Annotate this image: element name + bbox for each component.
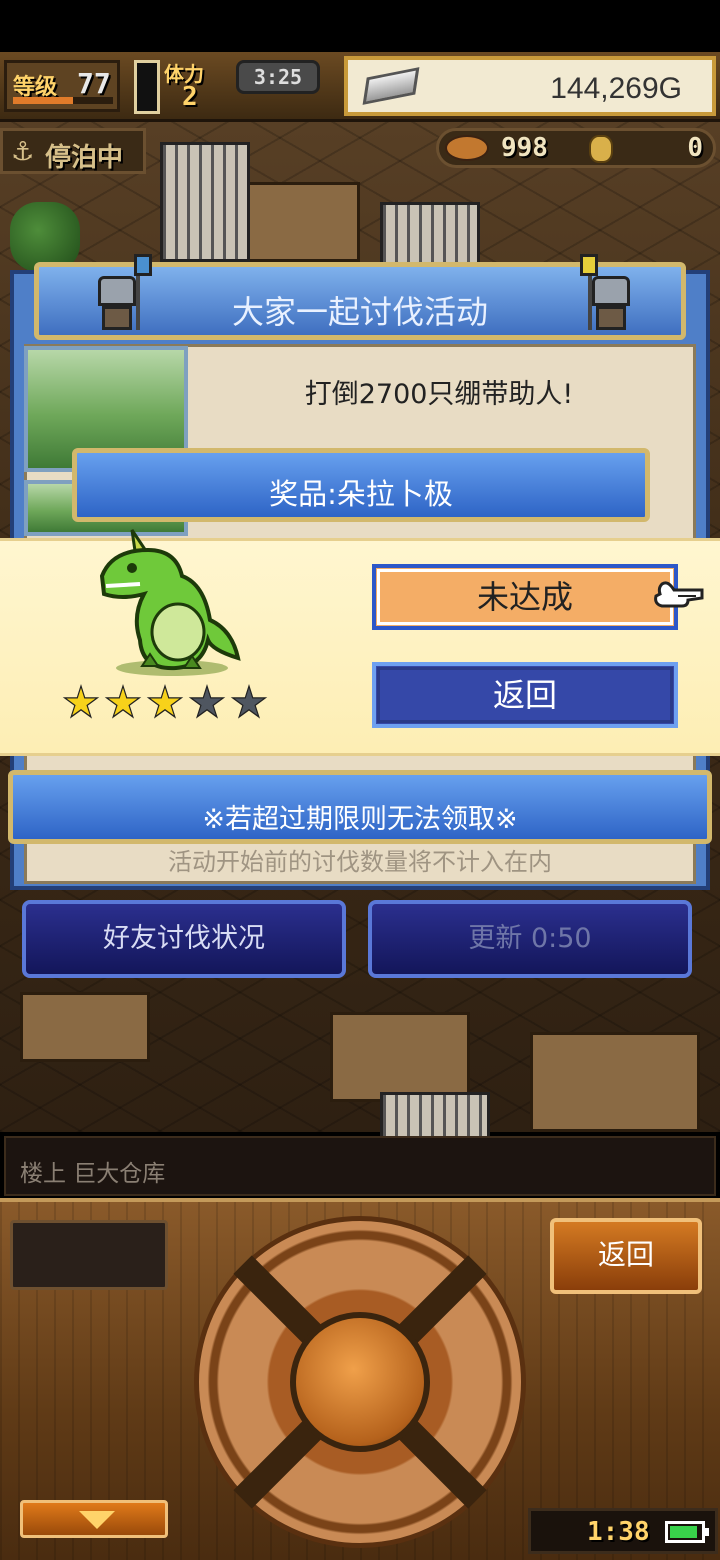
event-target-text: 打倒2700只绷带助人! — [304, 379, 574, 410]
deadline-notice-text: ※若超过期限则无法领取※ — [202, 804, 518, 835]
pointing-hand-icon — [654, 581, 704, 608]
scroll-down-button[interactable] — [20, 1500, 168, 1538]
dragon-monster-icon — [99, 529, 241, 676]
dock-status-badge[interactable]: ⚓ 停泊中 — [0, 128, 146, 174]
clock-box: 1:38 — [528, 1508, 718, 1554]
location-text: 楼上 巨大仓库 — [20, 1161, 166, 1187]
shelf — [240, 182, 360, 262]
knight-icon — [92, 254, 152, 332]
shelf — [330, 1012, 470, 1102]
exp-bar — [13, 97, 113, 104]
chevron-down-icon — [79, 1511, 115, 1529]
silver-bar-icon — [362, 67, 420, 105]
location-bar: 楼上 巨大仓库 — [4, 1136, 716, 1196]
cage — [160, 142, 250, 262]
popup-back-button[interactable]: 返回 — [372, 662, 678, 728]
top-hud: 等级 77 体力 2 3:25 144,269G — [0, 52, 720, 122]
knight-icon — [580, 254, 636, 332]
refresh-button[interactable]: 更新 0:50 — [368, 900, 692, 978]
shelf — [20, 992, 150, 1062]
gold-value: 144,269G — [550, 72, 682, 105]
clock-text: 1:38 — [587, 1517, 650, 1547]
meat-icon — [445, 135, 489, 161]
resource-bar: 998 0 — [436, 128, 716, 168]
medal-value: 0 — [687, 133, 703, 163]
reward-title: 奖品:朵拉卜极 — [269, 477, 453, 511]
claim-reward-button[interactable]: 未达成 — [372, 564, 678, 630]
anchor-icon: ⚓ — [11, 137, 35, 167]
star-icon — [146, 684, 184, 719]
star-icon — [104, 684, 142, 719]
event-footnote: 活动开始前的讨伐数量将不计入在内 — [168, 848, 552, 876]
star-icon — [230, 684, 268, 719]
level-box: 等级 77 — [4, 60, 120, 112]
star-icon — [188, 684, 226, 719]
shelf — [530, 1032, 700, 1132]
dock-status-text: 停泊中 — [45, 143, 124, 173]
star-icon — [62, 684, 100, 719]
meat-value: 998 — [501, 133, 548, 163]
battery-icon — [665, 1521, 709, 1543]
empty-slot — [10, 1220, 168, 1290]
stamina-timer: 3:25 — [236, 60, 320, 94]
exp-fill — [13, 97, 73, 104]
back-button[interactable]: 返回 — [550, 1218, 702, 1294]
stamina-gauge — [134, 60, 160, 114]
rating-stars — [62, 684, 268, 722]
stamina-box: 体力 2 — [164, 58, 234, 114]
medal-icon — [589, 135, 613, 163]
friends-status-button[interactable]: 好友讨伐状况 — [22, 900, 346, 978]
reward-header: 奖品:朵拉卜极 — [72, 448, 650, 522]
stamina-value: 2 — [182, 82, 198, 112]
dpad-center-button[interactable] — [290, 1312, 430, 1452]
level-value: 77 — [77, 67, 111, 100]
gold-panel: 144,269G — [344, 56, 716, 116]
deadline-notice: ※若超过期限则无法领取※ — [8, 770, 712, 844]
